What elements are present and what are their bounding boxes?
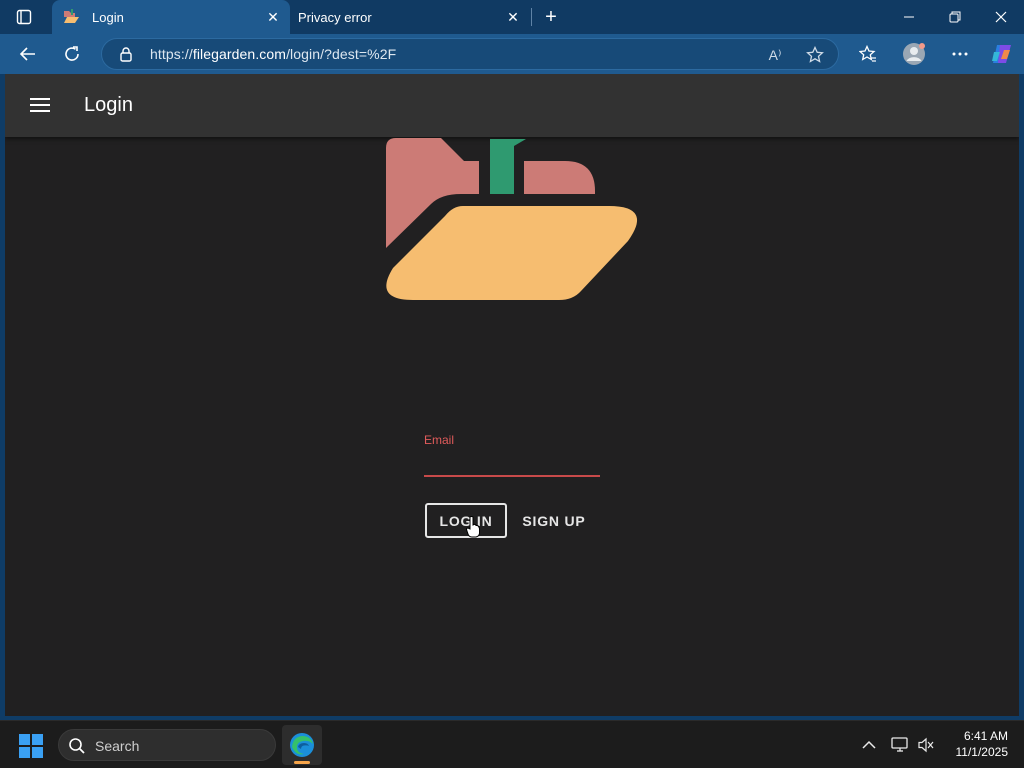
refresh-icon[interactable]: [57, 40, 87, 68]
restore-icon[interactable]: [937, 4, 973, 30]
copilot-icon[interactable]: [987, 40, 1017, 68]
filegarden-favicon-icon: [64, 9, 79, 23]
search-label: Search: [95, 738, 140, 754]
tab-actions-icon[interactable]: [10, 6, 38, 28]
read-aloud-glyph: A⁾: [768, 46, 782, 63]
clock-date: 11/1/2025: [955, 745, 1009, 759]
tab-privacy-error[interactable]: Privacy error ✕: [290, 0, 530, 34]
taskbar-search[interactable]: Search: [58, 729, 276, 761]
profile-avatar-icon[interactable]: [899, 40, 929, 68]
hamburger-menu-icon[interactable]: [25, 90, 55, 120]
lock-icon[interactable]: [118, 46, 134, 62]
minimize-icon[interactable]: [891, 4, 927, 30]
filegarden-logo: [386, 138, 638, 300]
tab-title: Privacy error: [298, 9, 372, 25]
url-host: filegarden.com: [192, 46, 287, 62]
tab-login[interactable]: Login ✕: [52, 0, 290, 34]
volume-muted-icon[interactable]: [914, 733, 938, 757]
edge-icon: [290, 733, 314, 757]
close-tab-icon[interactable]: ✕: [264, 8, 282, 26]
browser-toolbar: https://filegarden.com/login/?dest=%2F A…: [0, 34, 1024, 74]
favorites-icon[interactable]: [853, 40, 883, 68]
taskbar: Search 6:41 AM 11/1/2025: [0, 720, 1024, 768]
url-text[interactable]: https://filegarden.com/login/?dest=%2F: [150, 46, 396, 62]
email-label: Email: [424, 433, 455, 447]
tab-separator: [531, 8, 532, 26]
system-clock[interactable]: 6:41 AM 11/1/2025: [936, 728, 1009, 760]
email-field[interactable]: [424, 451, 600, 477]
page-title: Login: [84, 94, 133, 116]
tab-title: Login: [92, 9, 124, 25]
search-icon: [69, 738, 85, 754]
close-tab-icon[interactable]: ✕: [504, 8, 522, 26]
tab-strip: Login ✕ Privacy error ✕ +: [0, 0, 1024, 34]
active-indicator: [294, 761, 310, 764]
browser-window: Login ✕ Privacy error ✕ + https://filega…: [0, 0, 1024, 720]
signup-button[interactable]: SIGN UP: [516, 503, 592, 538]
network-icon[interactable]: [888, 733, 912, 757]
address-bar[interactable]: https://filegarden.com/login/?dest=%2F A…: [101, 38, 839, 70]
back-icon[interactable]: [13, 40, 43, 68]
chevron-up-icon[interactable]: [857, 733, 881, 757]
favorite-star-icon[interactable]: [804, 44, 826, 66]
windows-start-icon[interactable]: [18, 733, 44, 759]
new-tab-icon[interactable]: +: [540, 6, 562, 28]
url-path: /login/?dest=%2F: [286, 46, 397, 62]
page-content: Login Email LOG IN SIGN UP: [5, 74, 1019, 716]
edge-taskbar-button[interactable]: [282, 725, 322, 765]
url-scheme: https://: [150, 46, 193, 62]
read-aloud-icon[interactable]: A⁾: [764, 44, 786, 66]
clock-time: 6:41 AM: [963, 729, 1008, 743]
hand-cursor-icon: [466, 516, 480, 538]
close-window-icon[interactable]: [983, 4, 1019, 30]
app-bar: Login: [5, 74, 1019, 137]
more-options-icon[interactable]: [945, 40, 975, 68]
